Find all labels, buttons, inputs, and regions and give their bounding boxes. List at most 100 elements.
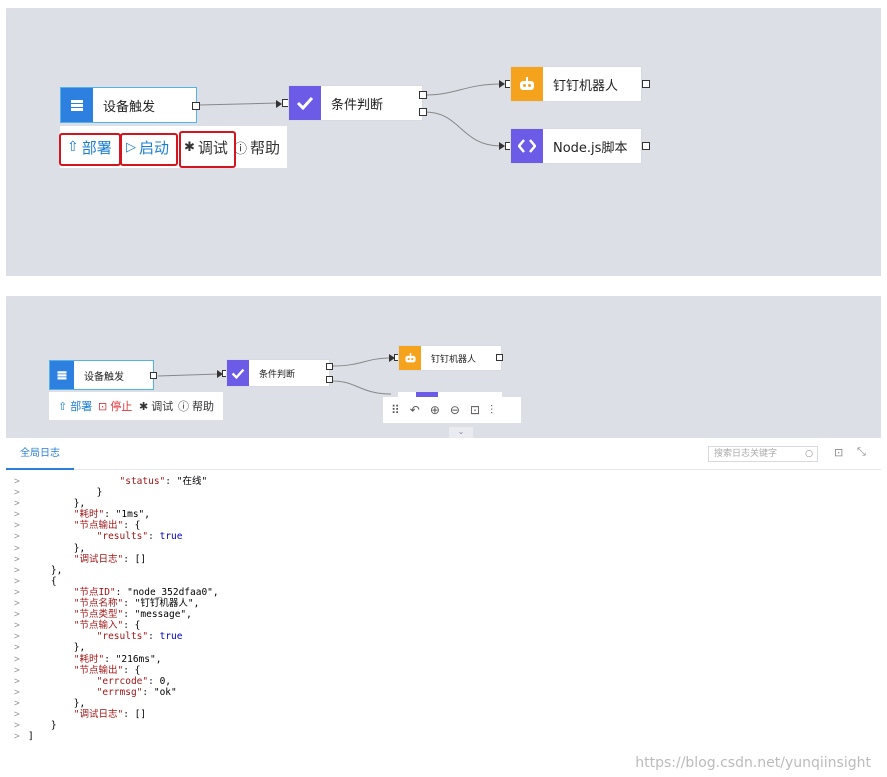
line-expander-icon[interactable]: >	[14, 554, 20, 565]
line-expander-icon[interactable]: >	[14, 531, 20, 542]
collapse-handle[interactable]: ⌄	[449, 427, 473, 438]
line-expander-icon[interactable]: >	[14, 609, 20, 620]
line-expander-icon[interactable]: >	[14, 687, 20, 698]
node-condition[interactable]: 条件判断	[226, 359, 330, 387]
line-expander-icon[interactable]: >	[14, 620, 20, 631]
help-button[interactable]: ⓘ 帮助	[178, 398, 214, 414]
node-nodejs-script[interactable]: Node.js脚本	[510, 128, 642, 164]
log-line-text: },	[28, 498, 86, 510]
output-port[interactable]	[150, 372, 157, 379]
line-expander-icon[interactable]: >	[14, 665, 20, 676]
line-expander-icon[interactable]: >	[14, 498, 20, 509]
log-tabs: 全局日志 搜索日志关键字 ○ ⊡ ⤡	[6, 438, 881, 470]
log-line: > },	[6, 698, 881, 709]
node-condition[interactable]: 条件判断	[288, 85, 423, 121]
output-port-true[interactable]	[326, 363, 333, 370]
highlight-box-start	[120, 133, 178, 166]
code-icon	[511, 129, 543, 163]
log-line-text: "节点输出": {	[73, 664, 141, 676]
watermark-text: https://blog.csdn.net/yunqiinsight	[635, 755, 871, 771]
log-line-text: },	[28, 642, 86, 654]
line-expander-icon[interactable]: >	[14, 587, 20, 598]
line-expander-icon[interactable]: >	[14, 642, 20, 653]
layout-icon[interactable]: ⫶	[490, 403, 493, 418]
output-port-true[interactable]	[419, 91, 427, 99]
expand-icon[interactable]: ⤡	[857, 446, 866, 459]
deploy-button[interactable]: ⇧ 部署	[58, 398, 92, 414]
log-line-text: },	[28, 542, 86, 554]
zoom-in-icon[interactable]: ⊕	[430, 403, 440, 417]
check-icon	[227, 360, 249, 386]
node-device-trigger[interactable]: 设备触发	[60, 87, 197, 123]
line-expander-icon[interactable]: >	[14, 598, 20, 609]
output-port[interactable]	[642, 80, 650, 88]
flow-canvas-top[interactable]: 设备触发 条件判断 钉钉机器人 Node.js脚本 ⇧ 部署 ▷ 启动 ✱ 调试…	[6, 8, 881, 276]
output-port[interactable]	[642, 142, 650, 150]
output-port[interactable]	[192, 102, 200, 110]
flow-canvas-bottom[interactable]: 设备触发 条件判断 钉钉机器人 ⇧ 部署 ⊡ 停止 ✱ 调试 ⓘ 帮助 ⠿ ↶ …	[6, 296, 881, 438]
log-line-text: "results": true	[96, 531, 183, 543]
search-placeholder: 搜索日志关键字	[714, 449, 778, 459]
log-line: > },	[6, 498, 881, 509]
node-dingtalk-robot[interactable]: 钉钉机器人	[510, 66, 642, 102]
log-line-text: "errcode": 0,	[96, 675, 172, 687]
fullscreen-icon[interactable]: ⊡	[834, 446, 843, 459]
output-port-false[interactable]	[419, 108, 427, 116]
log-line: > "results": true	[6, 531, 881, 542]
line-expander-icon[interactable]: >	[14, 543, 20, 554]
log-line-text: "节点ID": "node_352dfaa0",	[73, 586, 219, 598]
line-expander-icon[interactable]: >	[14, 709, 20, 720]
cloud-upload-icon: ⇧	[58, 399, 68, 413]
log-line: > "节点名称": "钉钉机器人",	[6, 598, 881, 609]
log-line: > }	[6, 487, 881, 498]
log-content: > "status": "在线" > } > }, > "耗时": "1ms", > "…	[6, 476, 881, 742]
log-line-text: "results": true	[96, 631, 183, 643]
log-line-text: "调试日志": []	[73, 553, 147, 565]
log-line-text: "节点输出": {	[73, 520, 141, 532]
log-search-input[interactable]: 搜索日志关键字 ○	[708, 446, 818, 462]
log-line: > "调试日志": []	[6, 554, 881, 565]
undo-icon[interactable]: ↶	[410, 403, 420, 417]
drag-handle-icon[interactable]: ⠿	[391, 403, 400, 417]
log-line: > "调试日志": []	[6, 709, 881, 720]
line-expander-icon[interactable]: >	[14, 576, 20, 587]
node-label: 钉钉机器人	[553, 78, 619, 94]
line-expander-icon[interactable]: >	[14, 720, 20, 731]
debug-button[interactable]: ✱ 调试	[139, 398, 173, 414]
line-expander-icon[interactable]: >	[14, 676, 20, 687]
deploy-label: 部署	[70, 400, 93, 413]
fit-screen-icon[interactable]: ⊡	[470, 403, 480, 417]
line-expander-icon[interactable]: >	[14, 487, 20, 498]
output-port-false[interactable]	[326, 376, 333, 383]
output-port[interactable]	[496, 354, 503, 361]
line-expander-icon[interactable]: >	[14, 565, 20, 576]
node-dingtalk-robot[interactable]: 钉钉机器人	[398, 345, 502, 371]
line-expander-icon[interactable]: >	[14, 698, 20, 709]
line-expander-icon[interactable]: >	[14, 520, 20, 531]
log-line-text: "errmsg": "ok"	[96, 686, 177, 698]
tab-global-log[interactable]: 全局日志	[6, 438, 74, 470]
help-label: 帮助	[192, 400, 214, 413]
help-label: 帮助	[250, 138, 281, 157]
node-label: 条件判断	[331, 97, 384, 113]
node-device-trigger[interactable]: 设备触发	[49, 360, 154, 390]
line-expander-icon[interactable]: >	[14, 631, 20, 642]
line-expander-icon[interactable]: >	[14, 731, 20, 742]
log-line: > },	[6, 642, 881, 653]
help-button[interactable]: ⓘ 帮助	[234, 137, 280, 158]
line-expander-icon[interactable]: >	[14, 509, 20, 520]
log-line: > },	[6, 543, 881, 554]
bug-icon: ✱	[139, 399, 149, 413]
log-line: > "节点输出": {	[6, 520, 881, 531]
log-line-text: "节点类型": "message",	[73, 609, 192, 621]
trigger-icon	[61, 88, 93, 122]
node-toolbar: ⇧ 部署 ⊡ 停止 ✱ 调试 ⓘ 帮助	[49, 392, 223, 420]
debug-label: 调试	[151, 400, 174, 413]
line-expander-icon[interactable]: >	[14, 654, 20, 665]
log-line: > }	[6, 720, 881, 731]
zoom-out-icon[interactable]: ⊖	[450, 403, 460, 417]
stop-button[interactable]: ⊡ 停止	[98, 398, 132, 414]
node-label: 设备触发	[103, 99, 156, 115]
search-icon[interactable]: ○	[805, 447, 813, 461]
line-expander-icon[interactable]: >	[14, 476, 20, 487]
